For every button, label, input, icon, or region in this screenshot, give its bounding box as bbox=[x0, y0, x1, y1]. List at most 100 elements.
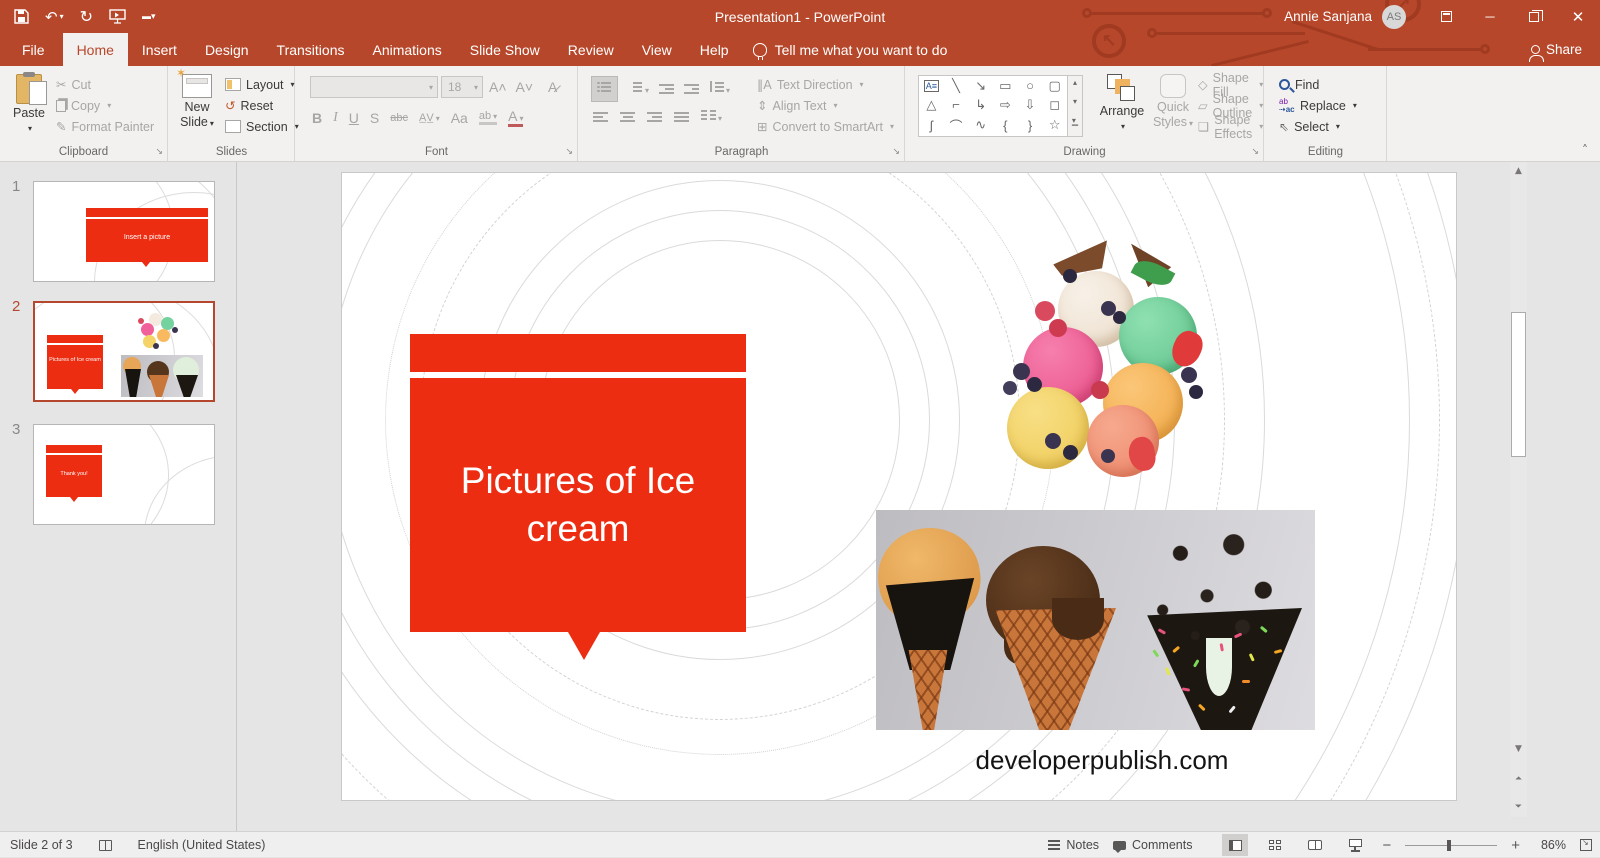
copy-button[interactable]: Copy ▾ bbox=[56, 95, 154, 116]
align-left-icon[interactable] bbox=[593, 111, 608, 123]
tab-file[interactable]: File bbox=[4, 33, 63, 66]
share-button[interactable]: Share bbox=[1528, 33, 1582, 66]
align-text-button[interactable]: ⇕ Align Text ▾ bbox=[757, 95, 894, 116]
layout-button[interactable]: Layout ▾ bbox=[225, 74, 299, 95]
tab-home[interactable]: Home bbox=[62, 33, 128, 66]
columns-button[interactable]: ▾ bbox=[701, 108, 722, 126]
tab-view[interactable]: View bbox=[628, 33, 686, 66]
slide-1-thumbnail[interactable]: Insert a picture bbox=[33, 181, 215, 282]
slide-title[interactable]: Pictures of Ice cream bbox=[428, 457, 728, 553]
ice-cream-scoops-image[interactable] bbox=[1003, 245, 1208, 477]
numbering-button[interactable]: ▾ bbox=[628, 80, 649, 98]
previous-slide-icon[interactable]: ⏶ bbox=[1510, 770, 1527, 787]
close-button[interactable]: ✕ bbox=[1556, 0, 1600, 33]
new-slide-button[interactable]: New Slide▾ bbox=[175, 66, 219, 131]
italic-button[interactable]: I bbox=[333, 110, 338, 126]
slide-thumbnail-panel[interactable]: 1 Insert a picture 2 Pictures of Ice cre… bbox=[0, 162, 237, 831]
underline-button[interactable]: U bbox=[349, 110, 359, 126]
next-slide-icon[interactable]: ⏷ bbox=[1510, 798, 1527, 815]
shadow-button[interactable]: S bbox=[370, 110, 379, 126]
shapes-scroll-down-icon[interactable]: ▾ bbox=[1073, 97, 1077, 106]
find-button[interactable]: Find bbox=[1279, 74, 1357, 95]
scrollbar-thumb[interactable] bbox=[1511, 312, 1526, 457]
shape-arc-icon[interactable]: ⌒ bbox=[949, 116, 962, 135]
normal-view-button[interactable] bbox=[1222, 834, 1249, 856]
ribbon-display-options-icon[interactable] bbox=[1424, 0, 1468, 33]
reading-view-button[interactable] bbox=[1302, 834, 1328, 856]
shape-left-brace-icon[interactable]: { bbox=[1003, 118, 1007, 133]
tab-insert[interactable]: Insert bbox=[128, 33, 191, 66]
highlight-color-button[interactable]: ab ▾ bbox=[478, 110, 498, 125]
tell-me-box[interactable]: Tell me what you want to do bbox=[743, 33, 958, 66]
shape-oval-icon[interactable]: ○ bbox=[1026, 78, 1034, 93]
decrease-indent-icon[interactable] bbox=[659, 83, 675, 95]
callout-top-bar[interactable] bbox=[410, 334, 746, 372]
zoom-out-button[interactable]: − bbox=[1382, 837, 1391, 854]
align-right-icon[interactable] bbox=[647, 111, 662, 123]
line-spacing-button[interactable]: ▾ bbox=[709, 80, 730, 98]
zoom-slider-thumb[interactable] bbox=[1447, 839, 1452, 851]
slide-2-thumbnail[interactable]: Pictures of Ice cream bbox=[33, 301, 215, 402]
font-size-combobox[interactable]: 18 ▾ bbox=[441, 76, 483, 98]
format-painter-button[interactable]: ✎ Format Painter bbox=[56, 116, 154, 137]
scroll-down-icon[interactable]: ▼ bbox=[1510, 740, 1527, 757]
tab-transitions[interactable]: Transitions bbox=[263, 33, 359, 66]
quick-styles-button[interactable]: Quick Styles ▾ bbox=[1150, 74, 1196, 131]
tab-help[interactable]: Help bbox=[686, 33, 743, 66]
align-center-icon[interactable] bbox=[620, 111, 635, 123]
language-indicator[interactable]: English (United States) bbox=[138, 838, 266, 852]
arrange-button[interactable]: Arrange ▾ bbox=[1096, 74, 1148, 134]
spell-check-icon[interactable] bbox=[98, 839, 112, 851]
title-callout[interactable]: Pictures of Ice cream bbox=[410, 378, 746, 632]
shape-effects-button[interactable]: ❏ Shape Effects ▾ bbox=[1198, 113, 1263, 141]
strikethrough-button[interactable]: abc bbox=[390, 112, 408, 124]
character-spacing-button[interactable]: A̲V̲ ▾ bbox=[419, 112, 440, 124]
shapes-gallery-scrollbar[interactable]: ▴ ▾ ▾ ▔ bbox=[1068, 75, 1083, 137]
shapes-gallery[interactable]: A≡ ╲ ↘ ▭ ○ ▢ △ ⌐ ↳ ⇨ ⇩ ◻ ʃ ⌒ ∿ { } ☆ bbox=[918, 75, 1068, 137]
slide-sorter-view-button[interactable] bbox=[1262, 834, 1288, 856]
vertical-scrollbar[interactable]: ▲ ▼ ⏶ ⏷ bbox=[1510, 162, 1527, 817]
shape-right-arrow-icon[interactable]: ⇨ bbox=[1000, 97, 1011, 113]
shapes-scroll-up-icon[interactable]: ▴ bbox=[1073, 78, 1077, 87]
bullets-button[interactable] bbox=[591, 76, 618, 102]
tab-slide-show[interactable]: Slide Show bbox=[456, 33, 554, 66]
fit-slide-to-window-icon[interactable] bbox=[1580, 838, 1592, 851]
replace-button[interactable]: ab ⇢ac Replace ▾ bbox=[1279, 95, 1357, 116]
font-color-button[interactable]: A ▾ bbox=[508, 108, 524, 127]
zoom-slider[interactable] bbox=[1405, 839, 1498, 851]
decrease-font-size-button[interactable]: A˅ bbox=[513, 79, 537, 95]
shape-corner-icon[interactable]: ◻ bbox=[1049, 97, 1060, 113]
drawing-dialog-launcher-icon[interactable]: ↘ bbox=[1251, 146, 1259, 157]
justify-icon[interactable] bbox=[674, 111, 689, 123]
shape-text-box-icon[interactable]: A≡ bbox=[923, 79, 939, 92]
clipboard-dialog-launcher-icon[interactable]: ↘ bbox=[155, 146, 163, 157]
scroll-up-icon[interactable]: ▲ bbox=[1510, 162, 1527, 179]
ice-cream-cones-photo[interactable] bbox=[876, 510, 1315, 730]
zoom-level[interactable]: 86% bbox=[1534, 838, 1566, 852]
clear-formatting-button[interactable]: A̷ bbox=[545, 79, 560, 95]
collapse-ribbon-icon[interactable]: ˄ bbox=[1582, 143, 1588, 157]
paste-button[interactable]: Paste ▾ bbox=[8, 72, 50, 136]
increase-indent-icon[interactable] bbox=[684, 83, 700, 95]
increase-font-size-button[interactable]: A˄ bbox=[486, 79, 510, 95]
shape-rectangle-icon[interactable]: ▭ bbox=[999, 78, 1011, 94]
tab-animations[interactable]: Animations bbox=[358, 33, 455, 66]
text-direction-button[interactable]: ‖A Text Direction ▾ bbox=[757, 74, 894, 95]
font-dialog-launcher-icon[interactable]: ↘ bbox=[565, 146, 573, 157]
select-button[interactable]: ⇖ Select ▾ bbox=[1279, 116, 1357, 137]
zoom-in-button[interactable]: + bbox=[1511, 837, 1520, 854]
bold-button[interactable]: B bbox=[312, 110, 322, 126]
user-name[interactable]: Annie Sanjana bbox=[1284, 9, 1372, 24]
slide-show-button[interactable] bbox=[1342, 834, 1368, 856]
convert-smartart-button[interactable]: ⊞ Convert to SmartArt ▾ bbox=[757, 116, 894, 137]
shape-curve-icon[interactable]: ∿ bbox=[975, 117, 986, 133]
slide-indicator[interactable]: Slide 2 of 3 bbox=[10, 838, 73, 852]
shape-arrow-icon[interactable]: ↘ bbox=[975, 78, 986, 94]
cut-button[interactable]: ✂ Cut bbox=[56, 74, 154, 95]
slide-caption-text[interactable]: developerpublish.com bbox=[882, 745, 1322, 776]
paragraph-dialog-launcher-icon[interactable]: ↘ bbox=[892, 146, 900, 157]
slide-3-thumbnail[interactable]: Thank you! bbox=[33, 424, 215, 525]
minimize-button[interactable]: ─ bbox=[1468, 0, 1512, 33]
comments-button[interactable]: Comments bbox=[1113, 838, 1192, 853]
shape-down-arrow-icon[interactable]: ⇩ bbox=[1025, 97, 1036, 113]
